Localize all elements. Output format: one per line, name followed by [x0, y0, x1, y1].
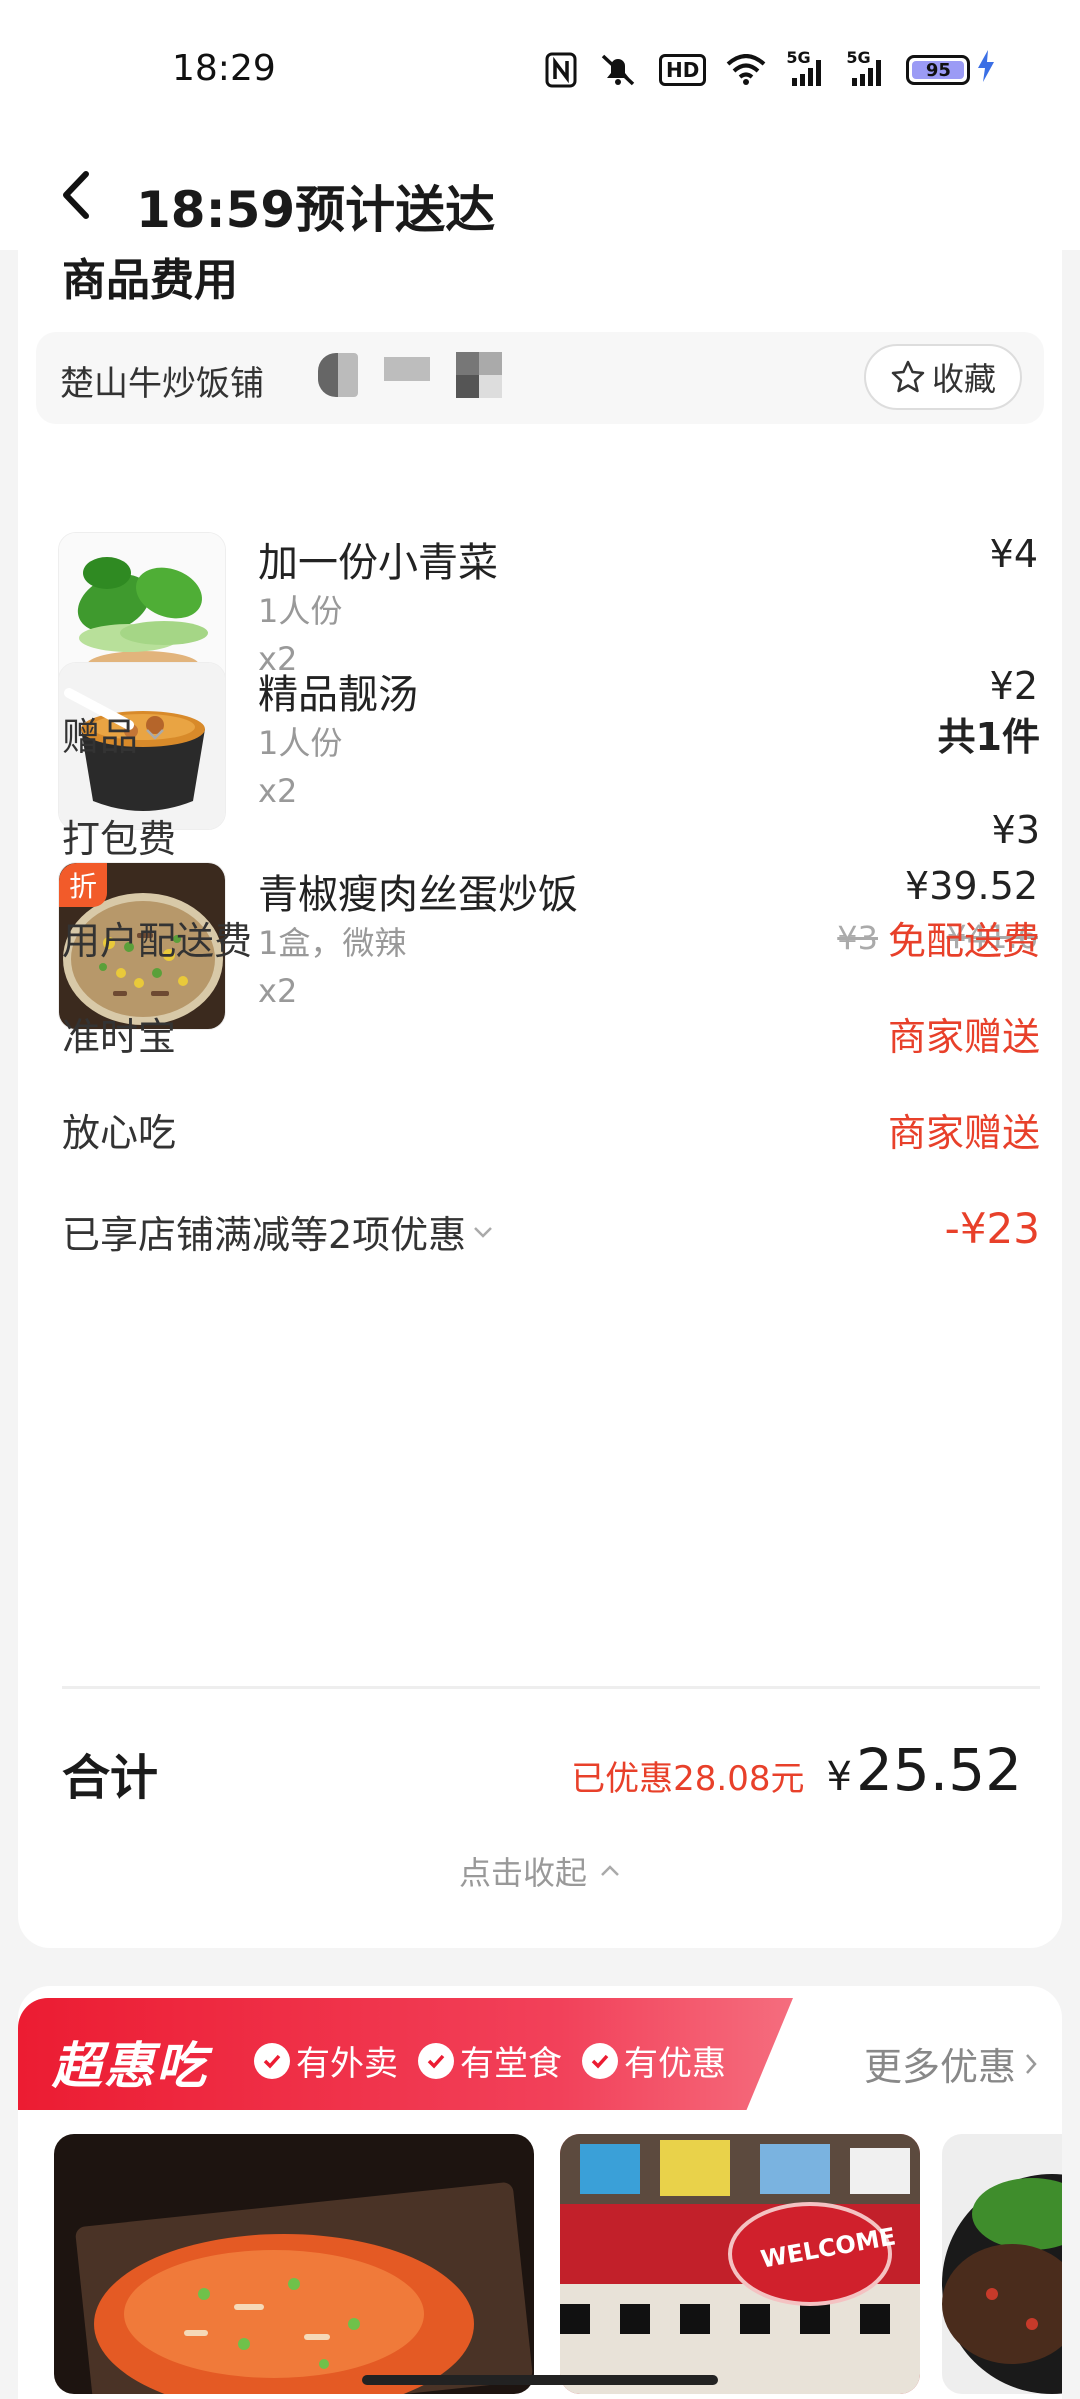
promo-tile-dish[interactable]: [942, 2134, 1062, 2394]
more-deals-link[interactable]: 更多优惠: [864, 2036, 1038, 2091]
promo-tile-restaurant[interactable]: WELCOME: [560, 2134, 920, 2394]
check-icon: [254, 2042, 290, 2079]
page-header: 18:59预计送达: [0, 140, 1080, 250]
gift-label: 赠品: [62, 715, 139, 759]
signal-5g-label: 5G: [786, 48, 811, 67]
charging-icon: [976, 50, 996, 90]
discount-value: -¥23: [944, 1204, 1040, 1253]
more-deals-label: 更多优惠: [863, 2045, 1016, 2089]
item-quantity: x2: [258, 772, 298, 810]
promo-tag: 有堂食: [418, 2036, 562, 2085]
chevron-right-icon: [1026, 2053, 1037, 2074]
promo-tag-label: 有外卖: [296, 2044, 398, 2084]
status-icons: HD 5G 5G 95: [545, 48, 996, 90]
delivery-fee-original: ¥3: [837, 918, 878, 957]
item-price: ¥39.52: [905, 864, 1038, 908]
delivery-fee-label: 用户配送费: [62, 919, 253, 963]
chevron-down-icon: [146, 728, 164, 740]
gift-row[interactable]: 赠品 共1件: [62, 706, 1040, 766]
signal-5g-icon: 5G: [786, 48, 826, 88]
gift-value: 共1件: [937, 715, 1040, 759]
delivery-fee-row: 用户配送费 ¥3 免配送费: [62, 910, 1040, 970]
promo-tag: 有外卖: [254, 2036, 398, 2085]
chevron-down-icon: [474, 1226, 493, 1238]
order-item[interactable]: [58, 300, 1038, 700]
ontime-label: 准时宝: [62, 1015, 177, 1059]
check-icon: [418, 2042, 454, 2079]
packing-fee-value: ¥3: [991, 808, 1040, 852]
discount-tag: 折: [59, 863, 107, 907]
discount-label: 已享店铺满减等2项优惠: [62, 1213, 467, 1257]
safe-eat-label: 放心吃: [62, 1111, 177, 1155]
item-price: ¥2: [989, 664, 1038, 708]
safe-eat-value: 商家赠送: [887, 1111, 1040, 1155]
collapse-label: 点击收起: [458, 1854, 587, 1892]
status-time: 18:29: [172, 48, 276, 89]
promo-brand: 超惠吃: [52, 2037, 208, 2095]
discount-row[interactable]: 已享店铺满减等2项优惠 -¥23: [62, 1204, 1040, 1264]
chevron-left-icon: [63, 171, 89, 219]
promo-tag: 有优惠: [582, 2036, 726, 2085]
back-button[interactable]: [58, 168, 98, 222]
wifi-icon: [726, 52, 766, 88]
signal-5g-label: 5G: [846, 48, 871, 67]
item-quantity: x2: [258, 972, 298, 1010]
safe-eat-row: 放心吃 商家赠送: [62, 1102, 1040, 1162]
ontime-row: 准时宝 商家赠送: [62, 1006, 1040, 1066]
chevron-up-icon: [601, 1865, 619, 1876]
delivery-fee-value: 免配送费: [887, 919, 1040, 963]
hd-icon: HD: [659, 54, 707, 86]
battery-level: 95: [925, 59, 951, 81]
page-title: 18:59预计送达: [136, 181, 496, 239]
battery-icon: 95: [906, 55, 971, 85]
ontime-value: 商家赠送: [887, 1015, 1040, 1059]
promo-section: 超惠吃 有外卖 有堂食 有优惠 更多优惠 WELCOME: [18, 1986, 1062, 2399]
promo-tags: 有外卖 有堂食 有优惠: [254, 2036, 726, 2085]
order-detail-card: 商品费用 楚山牛炒饭铺 收藏 加一份小青菜 1人份 x2 ¥4 精品靓汤 1人份…: [18, 230, 1062, 1948]
promo-tag-label: 有优惠: [624, 2044, 726, 2084]
item-price: ¥4: [989, 532, 1038, 576]
packing-fee-label: 打包费: [62, 817, 177, 861]
packing-fee-row: 打包费 ¥3: [62, 808, 1040, 868]
check-icon: [582, 2042, 618, 2079]
promo-tag-label: 有堂食: [460, 2044, 562, 2084]
section-title: 商品费用: [62, 255, 238, 306]
gesture-navigation-bar[interactable]: [362, 2375, 718, 2385]
mute-icon: [597, 52, 639, 88]
promo-tile-food[interactable]: [54, 2134, 534, 2394]
divider: [62, 1687, 1040, 1689]
collapse-button[interactable]: 点击收起: [18, 1848, 1062, 1894]
item-name: 加一份小青菜: [258, 540, 498, 586]
nfc-icon: [545, 52, 577, 88]
signal-5g-icon: 5G: [846, 48, 886, 88]
item-spec: 1人份: [258, 592, 343, 630]
status-bar: 18:29 HD 5G 5G 95: [0, 0, 1080, 140]
